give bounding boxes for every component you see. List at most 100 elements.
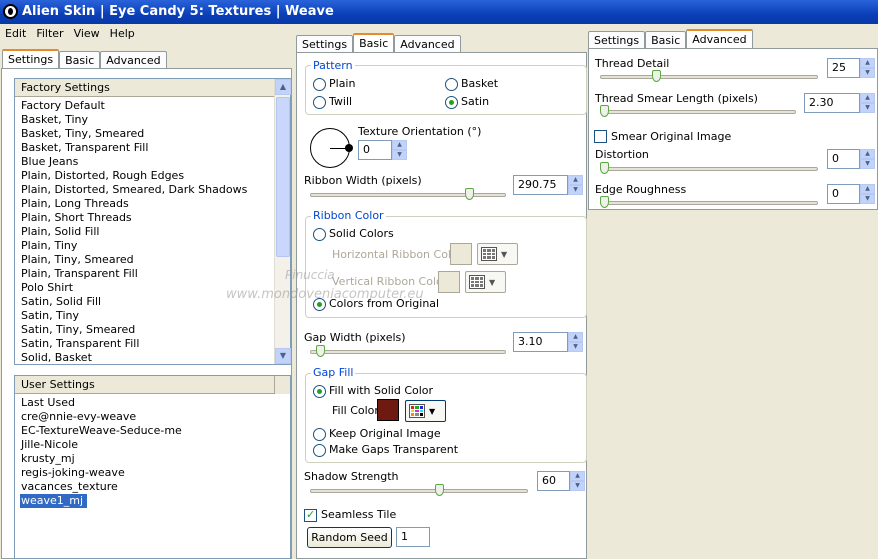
watermark-line2: www.mondoveniacomputer.eu	[226, 287, 424, 302]
edge-roughness-slider[interactable]	[600, 196, 609, 208]
list-item[interactable]: Plain, Distorted, Rough Edges	[16, 169, 274, 183]
thread-detail-spinner[interactable]: ▲ ▼	[860, 58, 875, 78]
vertical-color-swatch[interactable]	[438, 271, 460, 293]
gap-width-spinner[interactable]: ▲ ▼	[568, 332, 583, 352]
factory-scrollbar[interactable]: ▲ ▼	[274, 79, 291, 364]
radio-make-transparent[interactable]	[313, 444, 326, 457]
menu-edit[interactable]: Edit	[0, 24, 31, 43]
scroll-up-icon[interactable]: ▲	[275, 79, 291, 95]
list-item[interactable]: Satin, Tiny, Smeared	[16, 323, 274, 337]
selected-list-item[interactable]: weave1_mj	[20, 494, 88, 508]
list-item[interactable]: cre@nnie-evy-weave	[16, 410, 274, 424]
gap-width-label: Gap Width (pixels)	[304, 331, 406, 344]
factory-items: Factory Default Basket, Tiny Basket, Tiny,…	[16, 99, 274, 365]
orientation-dial[interactable]	[310, 128, 353, 168]
ribbon-width-spinner[interactable]: ▲ ▼	[568, 175, 583, 195]
distortion-input[interactable]: 0	[827, 149, 860, 169]
horizontal-color-swatch[interactable]	[450, 243, 472, 265]
factory-settings-list[interactable]: Factory Settings Factory Default Basket, …	[14, 78, 291, 365]
ribbon-width-track[interactable]	[310, 193, 506, 197]
list-item[interactable]: Satin, Transparent Fill	[16, 337, 274, 351]
distortion-slider[interactable]	[600, 162, 609, 174]
gap-width-slider[interactable]	[315, 345, 325, 357]
shadow-strength-spinner[interactable]: ▲ ▼	[570, 471, 585, 491]
menu-filter[interactable]: Filter	[31, 24, 68, 43]
gap-width-input[interactable]: 3.10	[513, 332, 568, 352]
ribbon-width-input[interactable]: 290.75	[513, 175, 568, 195]
tab-basic-2[interactable]: Basic	[353, 33, 395, 54]
gap-width-track[interactable]	[310, 350, 506, 354]
list-item[interactable]: Jille-Nicole	[16, 438, 274, 452]
scroll-down-icon[interactable]: ▼	[275, 348, 291, 364]
list-item[interactable]: Plain, Solid Fill	[16, 225, 274, 239]
user-settings-list[interactable]: User Settings Last Used cre@nnie-evy-weav…	[14, 375, 291, 559]
list-item[interactable]: Plain, Short Threads	[16, 211, 274, 225]
list-item[interactable]: Plain, Distorted, Smeared, Dark Shadows	[16, 183, 274, 197]
palette-icon	[481, 247, 497, 261]
fill-color-label: Fill Color	[332, 404, 379, 417]
list-item[interactable]: Plain, Transparent Fill	[16, 267, 274, 281]
list-item[interactable]: Basket, Transparent Fill	[16, 141, 274, 155]
list-item[interactable]: EC-TextureWeave-Seduce-me	[16, 424, 274, 438]
chevron-down-icon: ▼	[489, 277, 496, 287]
thread-smear-spinner[interactable]: ▲ ▼	[860, 93, 875, 113]
thread-smear-input[interactable]: 2.30	[804, 93, 860, 113]
thread-smear-label: Thread Smear Length (pixels)	[595, 92, 758, 105]
shadow-strength-input[interactable]: 60	[537, 471, 570, 491]
alien-skin-icon	[3, 4, 18, 19]
list-item[interactable]: Plain, Long Threads	[16, 197, 274, 211]
list-item[interactable]: Basket, Tiny, Smeared	[16, 127, 274, 141]
random-seed-input[interactable]: 1	[396, 527, 430, 547]
radio-twill[interactable]	[313, 96, 326, 109]
scroll-thumb[interactable]	[276, 97, 290, 257]
radio-fill-solid[interactable]	[313, 385, 326, 398]
distortion-spinner[interactable]: ▲ ▼	[860, 149, 875, 169]
edge-roughness-input[interactable]: 0	[827, 184, 860, 204]
satin-label: Satin	[461, 95, 490, 108]
vertical-color-menu[interactable]: ▼	[465, 271, 506, 293]
thread-detail-track[interactable]	[600, 75, 818, 79]
thread-detail-input[interactable]: 25	[827, 58, 860, 78]
tab-settings[interactable]: Settings	[2, 49, 60, 70]
edge-roughness-spinner[interactable]: ▲ ▼	[860, 184, 875, 204]
radio-satin[interactable]	[445, 96, 458, 109]
edge-roughness-track[interactable]	[600, 201, 818, 205]
radio-solid-colors[interactable]	[313, 228, 326, 241]
list-item[interactable]: Basket, Tiny	[16, 113, 274, 127]
radio-keep-original[interactable]	[313, 428, 326, 441]
seamless-tile-checkbox[interactable]	[304, 508, 317, 522]
factory-settings-header: Factory Settings	[15, 79, 290, 97]
orientation-input[interactable]: 0	[358, 140, 392, 160]
horizontal-color-menu[interactable]: ▼	[477, 243, 518, 265]
list-item[interactable]: Solid, Basket	[16, 351, 274, 365]
thread-smear-track[interactable]	[600, 110, 796, 114]
thread-smear-slider[interactable]	[600, 105, 609, 117]
distortion-track[interactable]	[600, 167, 818, 171]
radio-basket[interactable]	[445, 78, 458, 91]
make-transparent-label: Make Gaps Transparent	[329, 443, 459, 456]
list-item[interactable]: regis-joking-weave	[16, 466, 274, 480]
list-item[interactable]: weave1_mj	[16, 494, 274, 508]
list-item[interactable]: Satin, Tiny	[16, 309, 274, 323]
shadow-strength-track[interactable]	[310, 489, 528, 493]
tab-advanced-3[interactable]: Advanced	[686, 29, 753, 50]
list-item[interactable]: krusty_mj	[16, 452, 274, 466]
list-item[interactable]: vacances_texture	[16, 480, 274, 494]
smear-original-label: Smear Original Image	[611, 130, 732, 143]
palette-icon	[469, 275, 485, 289]
menu-bar: Edit Filter View Help	[0, 24, 292, 43]
smear-original-checkbox[interactable]	[594, 130, 607, 143]
fill-color-menu[interactable]: ▼	[405, 400, 446, 422]
list-item[interactable]: Last Used	[16, 396, 274, 410]
list-item[interactable]: Factory Default	[16, 99, 274, 113]
random-seed-button[interactable]: Random Seed	[307, 527, 392, 548]
menu-help[interactable]: Help	[105, 24, 140, 43]
list-item[interactable]: Plain, Tiny, Smeared	[16, 253, 274, 267]
radio-plain[interactable]	[313, 78, 326, 91]
list-item[interactable]: Blue Jeans	[16, 155, 274, 169]
orientation-spinner[interactable]: ▲ ▼	[392, 140, 407, 160]
menu-view[interactable]: View	[69, 24, 105, 43]
fill-color-swatch[interactable]	[377, 399, 399, 421]
keep-original-label: Keep Original Image	[329, 427, 441, 440]
list-item[interactable]: Plain, Tiny	[16, 239, 274, 253]
